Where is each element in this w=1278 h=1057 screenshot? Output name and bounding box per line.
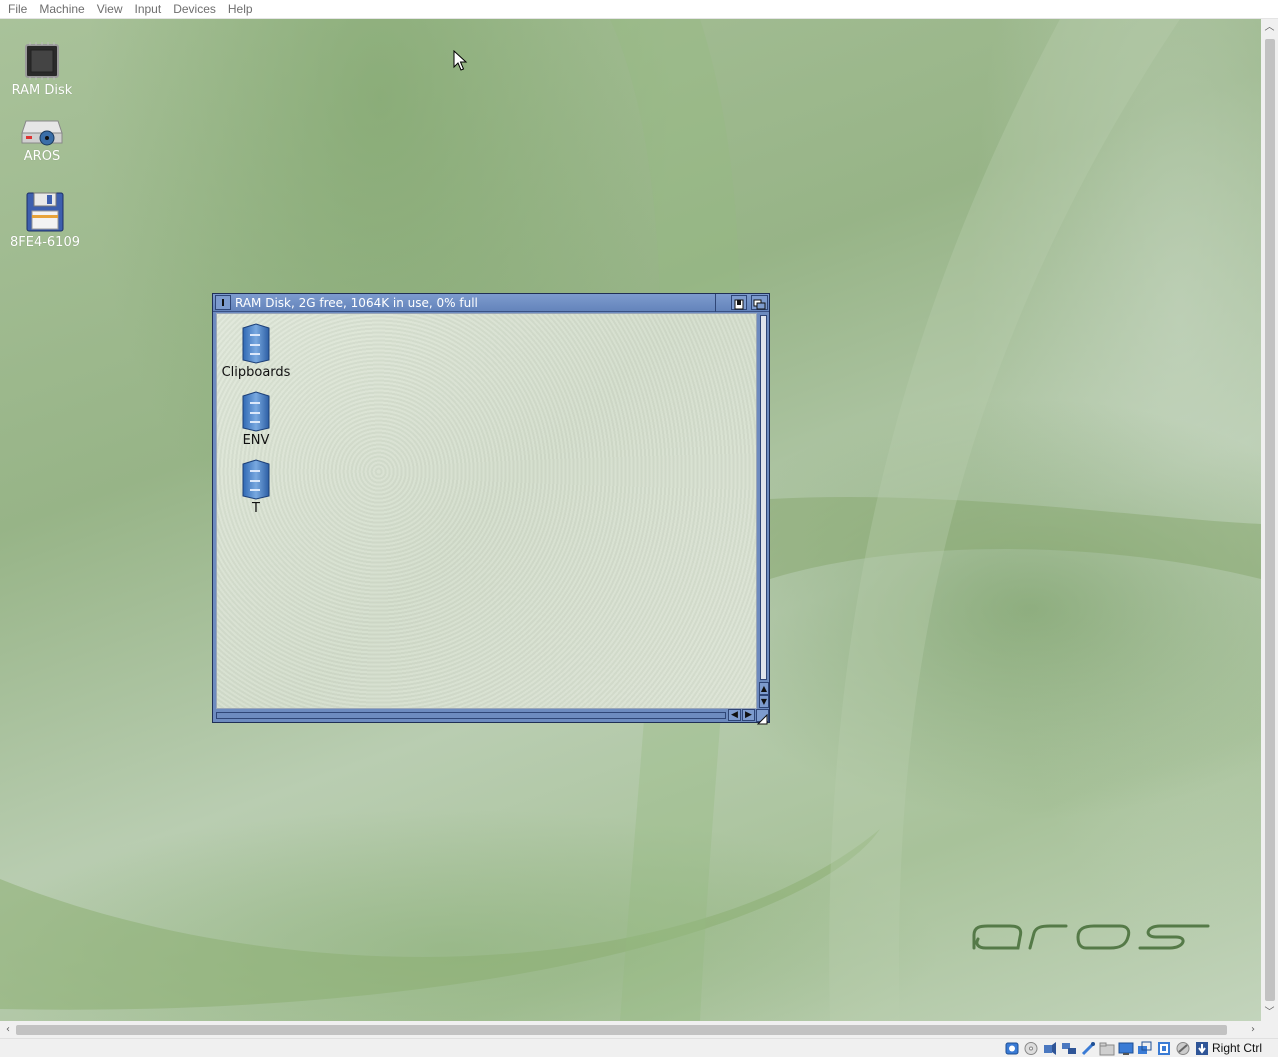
menu-file[interactable]: File <box>2 0 33 19</box>
drawer-icon <box>242 391 270 432</box>
host-vertical-scrollbar[interactable]: ︿ ﹀ <box>1261 19 1278 1021</box>
audio-status-icon[interactable] <box>1042 1041 1058 1056</box>
desktop-icon-ram-disk[interactable]: RAM Disk <box>8 41 76 98</box>
window-title: RAM Disk, 2G free, 1064K in use, 0% full <box>235 296 478 310</box>
vertical-scroll-knob[interactable] <box>760 315 767 680</box>
scrollbar-corner <box>1261 1021 1278 1038</box>
drawer-icon <box>242 459 270 500</box>
host-horizontal-scroll-thumb[interactable] <box>16 1025 1227 1035</box>
cpu-status-icon[interactable] <box>1156 1041 1172 1056</box>
window-horizontal-scrollbar[interactable] <box>216 711 726 721</box>
host-scroll-up-button[interactable]: ︿ <box>1261 19 1278 36</box>
menu-view[interactable]: View <box>91 0 129 19</box>
scroll-up-button[interactable]: ▲ <box>759 682 769 695</box>
desktop-icon-label: AROS <box>23 149 61 164</box>
host-statusbar: Right Ctrl <box>0 1038 1278 1057</box>
window-zoom-button[interactable] <box>731 295 747 310</box>
desktop-icon-label: RAM Disk <box>11 83 73 98</box>
ram-disk-window[interactable]: RAM Disk, 2G free, 1064K in use, 0% full <box>212 293 770 725</box>
window-close-button[interactable] <box>215 295 231 310</box>
window-titlebar[interactable]: RAM Disk, 2G free, 1064K in use, 0% full <box>213 294 769 312</box>
titlebar-divider <box>715 294 716 312</box>
host-scroll-right-button[interactable]: › <box>1245 1021 1261 1038</box>
scroll-right-button[interactable]: ▶ <box>742 709 755 721</box>
depth-icon <box>753 299 766 310</box>
scroll-left-button[interactable]: ◀ <box>728 709 741 721</box>
floppy-disk-icon <box>26 192 64 232</box>
menu-machine[interactable]: Machine <box>33 0 90 19</box>
network-status-icon[interactable] <box>1061 1041 1077 1056</box>
horizontal-scroll-knob[interactable] <box>216 712 726 719</box>
host-menubar: File Machine View Input Devices Help <box>0 0 1278 19</box>
mouse-cursor-icon <box>453 50 468 71</box>
window-depth-button[interactable] <box>751 295 768 310</box>
status-icons <box>1004 1041 1210 1056</box>
resize-icon <box>756 713 768 725</box>
desktop-icon-aros[interactable]: AROS <box>8 111 76 164</box>
host-scroll-left-button[interactable]: ‹ <box>0 1021 16 1038</box>
window-content[interactable]: Clipboards ENV T <box>216 313 757 709</box>
drawer-label: ENV <box>242 433 270 448</box>
host-vertical-scroll-thumb[interactable] <box>1265 39 1275 1001</box>
window-resize-handle[interactable] <box>756 709 769 725</box>
video-capture-status-icon[interactable] <box>1137 1041 1153 1056</box>
menu-devices[interactable]: Devices <box>167 0 222 19</box>
scroll-down-button[interactable]: ▼ <box>759 695 769 708</box>
hard-disk-status-icon[interactable] <box>1004 1041 1020 1056</box>
ram-chip-icon <box>25 42 59 80</box>
drawer-label: T <box>252 501 260 516</box>
drawer-t[interactable]: T <box>217 458 295 516</box>
usb-status-icon[interactable] <box>1080 1041 1096 1056</box>
drawer-env[interactable]: ENV <box>217 390 295 448</box>
menu-help[interactable]: Help <box>222 0 259 19</box>
host-key-label: Right Ctrl <box>1212 1041 1263 1055</box>
keyboard-capture-status-icon[interactable] <box>1194 1041 1210 1056</box>
hard-drive-icon <box>21 120 63 146</box>
host-horizontal-scrollbar[interactable]: ‹ › <box>0 1021 1261 1038</box>
menu-input[interactable]: Input <box>129 0 168 19</box>
guest-desktop[interactable]: RAM Disk AROS 8FE4-6109 aros <box>0 19 1261 1021</box>
optical-drive-status-icon[interactable] <box>1023 1041 1039 1056</box>
window-vertical-scrollbar[interactable] <box>759 313 769 682</box>
drawer-icon <box>242 323 270 364</box>
aros-logo: aros <box>972 924 1210 950</box>
display-status-icon[interactable] <box>1118 1041 1134 1056</box>
shared-folders-status-icon[interactable] <box>1099 1041 1115 1056</box>
desktop-icon-label: 8FE4-6109 <box>9 235 80 250</box>
zoom-icon <box>734 299 744 310</box>
host-scroll-down-button[interactable]: ﹀ <box>1261 1004 1278 1021</box>
mouse-integration-status-icon[interactable] <box>1175 1041 1191 1056</box>
drawer-clipboards[interactable]: Clipboards <box>217 322 295 380</box>
drawer-label: Clipboards <box>221 365 291 380</box>
desktop-icon-floppy[interactable]: 8FE4-6109 <box>8 191 82 250</box>
